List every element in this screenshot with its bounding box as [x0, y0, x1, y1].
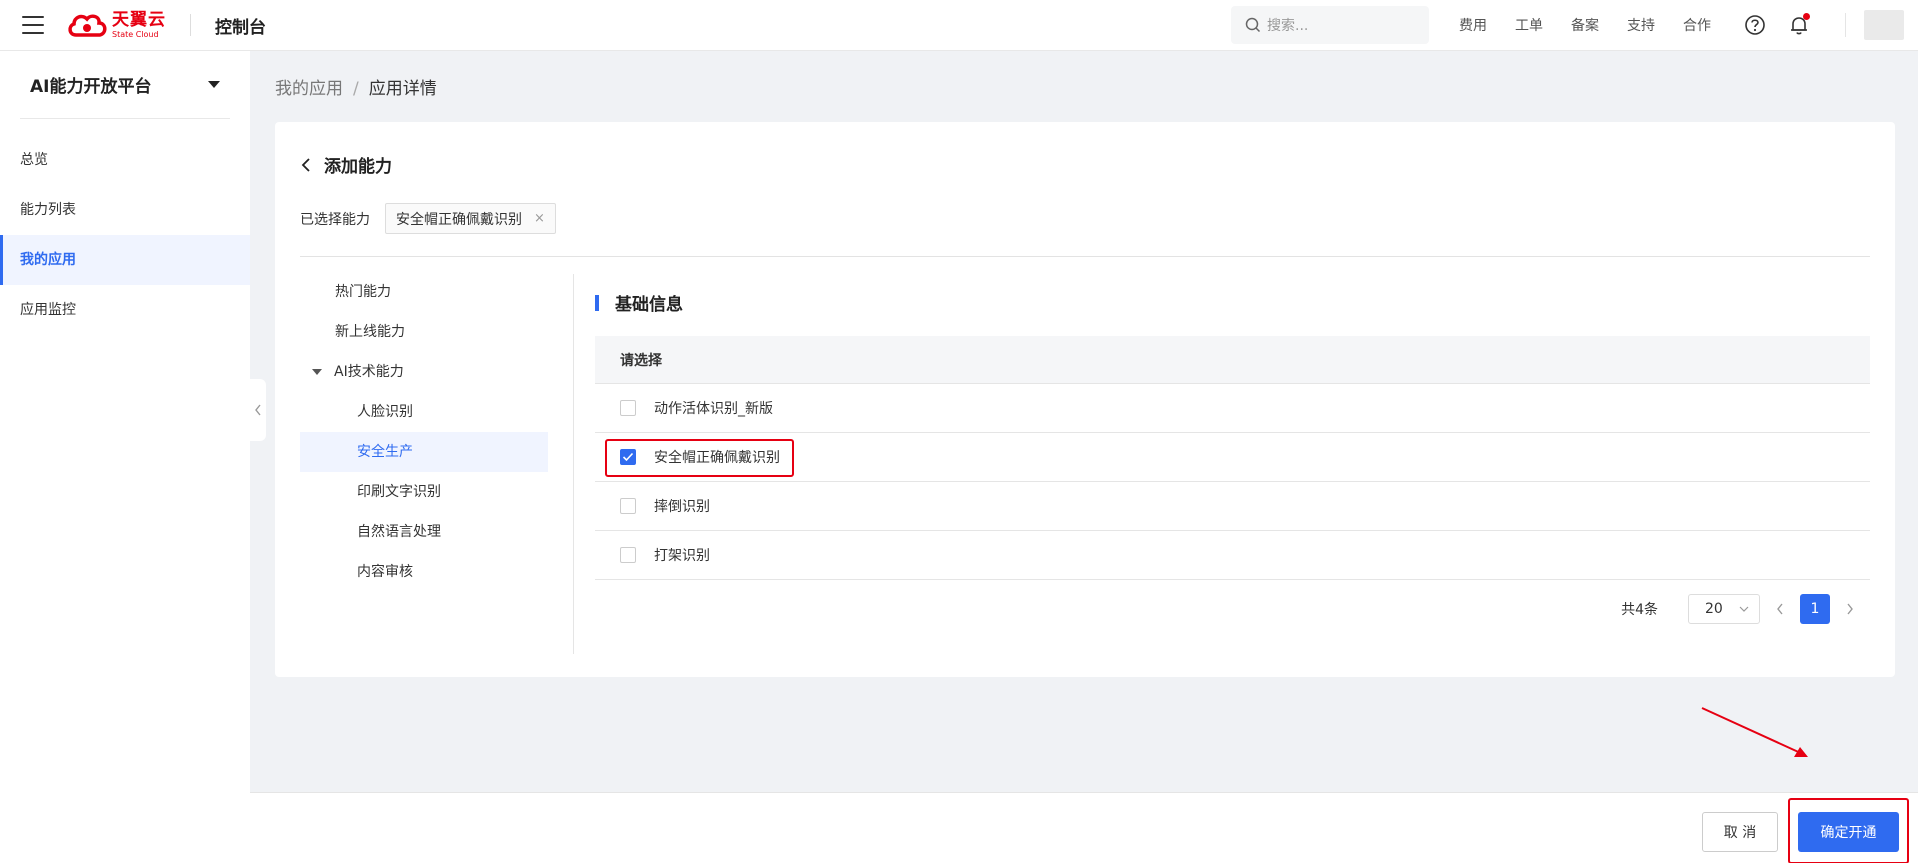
back-icon[interactable] — [300, 157, 312, 173]
category-tree: 热门能力 新上线能力 AI技术能力 人脸识别 安全生产 印刷文字识别 自然语言处… — [300, 272, 548, 592]
help-icon[interactable] — [1743, 13, 1767, 37]
caret-down-icon — [312, 369, 322, 375]
cloud-logo-icon — [68, 14, 107, 37]
capability-table: 请选择 动作活体识别_新版 安全帽正确佩戴识别 摔倒识别 打架识别 — [595, 336, 1870, 580]
sidebar-collapse-button[interactable] — [250, 379, 266, 441]
top-bar: 天翼云 State Cloud 控制台 搜索... 费用 工单 备案 支持 合作 — [0, 0, 1918, 51]
nav-link-filing[interactable]: 备案 — [1571, 15, 1599, 35]
sidebar-item-my-apps[interactable]: 我的应用 — [0, 235, 250, 285]
row-label: 打架识别 — [654, 548, 710, 564]
caret-down-icon — [208, 81, 220, 88]
bell-icon[interactable] — [1787, 13, 1811, 37]
table-header-label: 请选择 — [620, 352, 662, 369]
page-title: 添加能力 — [324, 157, 392, 177]
breadcrumb-current: 应用详情 — [368, 79, 437, 99]
table-row[interactable]: 动作活体识别_新版 — [595, 384, 1870, 433]
close-icon[interactable]: × — [534, 211, 545, 226]
nav-link-partners[interactable]: 合作 — [1683, 15, 1711, 35]
sidebar: AI能力开放平台 总览 能力列表 我的应用 应用监控 — [0, 51, 250, 863]
tree-item-ocr[interactable]: 印刷文字识别 — [300, 472, 548, 512]
row-label: 摔倒识别 — [654, 499, 710, 515]
selected-tag: 安全帽正确佩戴识别 × — [385, 203, 556, 234]
console-title[interactable]: 控制台 — [215, 13, 266, 38]
selected-label: 已选择能力 — [300, 211, 370, 228]
chevron-down-icon — [1739, 606, 1749, 612]
page-size-value: 20 — [1705, 601, 1723, 617]
selected-capabilities: 已选择能力 安全帽正确佩戴识别 × — [300, 203, 556, 234]
divider — [300, 256, 1870, 257]
table-header: 请选择 — [595, 336, 1870, 384]
checkbox[interactable] — [620, 400, 636, 416]
divider — [190, 14, 191, 36]
section-accent-bar — [595, 294, 599, 311]
divider — [1845, 13, 1846, 37]
checkbox[interactable] — [620, 498, 636, 514]
pagination: 共4条 20 1 — [1621, 594, 1870, 624]
logo-text-en: State Cloud — [112, 29, 159, 39]
nav-link-billing[interactable]: 费用 — [1459, 15, 1487, 35]
platform-title: AI能力开放平台 — [30, 77, 152, 97]
section-title: 基础信息 — [595, 290, 683, 315]
chevron-left-icon — [255, 404, 261, 416]
table-row[interactable]: 摔倒识别 — [595, 482, 1870, 531]
checkbox-checked[interactable] — [620, 449, 636, 465]
main-card: 添加能力 已选择能力 安全帽正确佩戴识别 × 热门能力 新上线能力 AI技术能力… — [275, 122, 1895, 677]
selected-tag-label: 安全帽正确佩戴识别 — [396, 211, 522, 228]
annotation-arrow-icon — [1701, 707, 1808, 757]
search-placeholder: 搜索... — [1267, 18, 1309, 34]
prev-page-icon[interactable] — [1776, 600, 1784, 619]
card-header: 添加能力 — [300, 152, 392, 177]
footer-bar: 取 消 确定开通 — [250, 792, 1918, 863]
search-icon — [1245, 17, 1261, 33]
nav-link-support[interactable]: 支持 — [1627, 15, 1655, 35]
breadcrumb-root[interactable]: 我的应用 — [275, 79, 343, 99]
nav-link-tickets[interactable]: 工单 — [1515, 15, 1543, 35]
cancel-button[interactable]: 取 消 — [1702, 812, 1778, 852]
row-label: 安全帽正确佩戴识别 — [654, 450, 780, 466]
sidebar-item-capability-list[interactable]: 能力列表 — [0, 185, 250, 235]
hamburger-menu-icon[interactable] — [22, 16, 44, 34]
breadcrumb: 我的应用 / 应用详情 — [275, 74, 437, 99]
table-row[interactable]: 打架识别 — [595, 531, 1870, 580]
page-number-current[interactable]: 1 — [1800, 594, 1830, 624]
tree-item-face[interactable]: 人脸识别 — [300, 392, 548, 432]
tree-item-hot[interactable]: 热门能力 — [300, 272, 548, 312]
notification-dot — [1803, 13, 1810, 20]
tree-item-safety[interactable]: 安全生产 — [300, 432, 548, 472]
sidebar-item-app-monitor[interactable]: 应用监控 — [0, 285, 250, 335]
check-icon — [622, 452, 634, 462]
sidebar-item-overview[interactable]: 总览 — [0, 135, 250, 185]
tree-item-nlp[interactable]: 自然语言处理 — [300, 512, 548, 552]
divider — [573, 274, 574, 654]
confirm-activate-button[interactable]: 确定开通 — [1798, 812, 1899, 852]
logo[interactable]: 天翼云 State Cloud — [66, 0, 166, 51]
search-input[interactable]: 搜索... — [1231, 6, 1429, 44]
tree-item-moderation[interactable]: 内容审核 — [300, 552, 548, 592]
table-row[interactable]: 安全帽正确佩戴识别 — [595, 433, 1870, 482]
page-size-select[interactable]: 20 — [1688, 594, 1760, 624]
platform-selector[interactable]: AI能力开放平台 — [20, 51, 230, 119]
logo-text-cn: 天翼云 — [112, 9, 166, 30]
section-title-text: 基础信息 — [615, 295, 683, 315]
tree-group-label: AI技术能力 — [334, 364, 404, 380]
row-label: 动作活体识别_新版 — [654, 401, 773, 417]
breadcrumb-separator: / — [353, 79, 359, 99]
checkbox[interactable] — [620, 547, 636, 563]
tree-item-new[interactable]: 新上线能力 — [300, 312, 548, 352]
tree-group-ai[interactable]: AI技术能力 — [300, 352, 548, 392]
avatar[interactable] — [1864, 10, 1904, 40]
top-nav: 费用 工单 备案 支持 合作 — [1445, 15, 1725, 35]
pagination-total: 共4条 — [1621, 602, 1658, 618]
next-page-icon[interactable] — [1846, 600, 1854, 619]
